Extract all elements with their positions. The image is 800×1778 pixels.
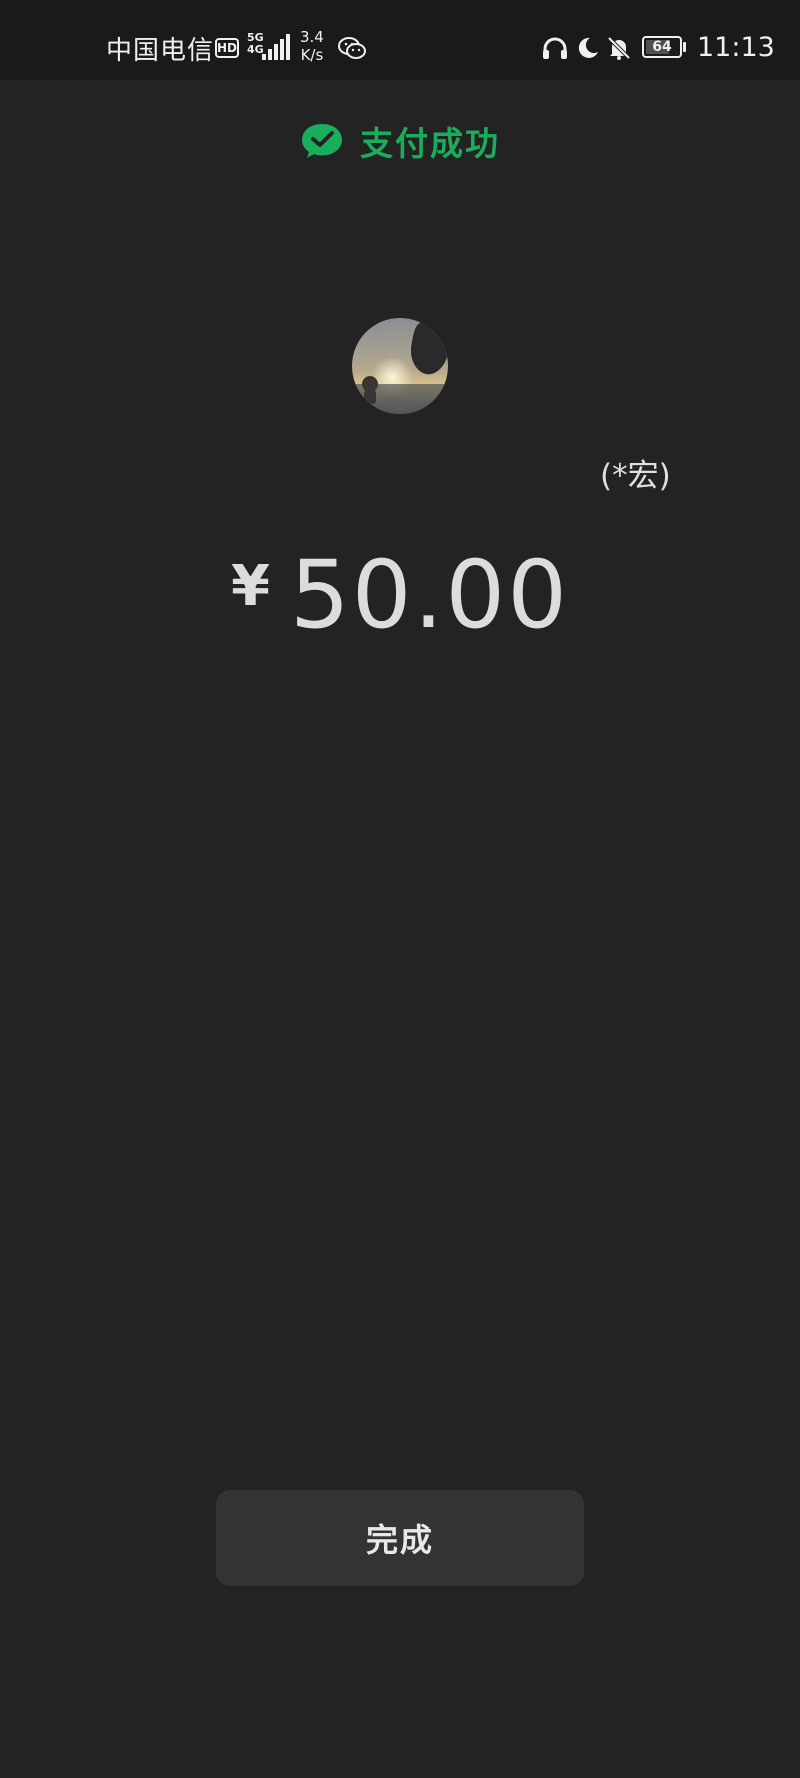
bell-muted-icon — [607, 36, 631, 60]
network-speed: 3.4 K/s — [300, 28, 324, 64]
do-not-disturb-moon-icon — [578, 37, 598, 58]
signal-strength-icon — [262, 34, 290, 60]
wechat-pay-check-icon — [302, 124, 342, 158]
done-button[interactable]: 完成 — [216, 1490, 584, 1586]
payee-avatar — [352, 318, 448, 414]
status-bar: 中国电信 HD 5G 4G 3.4 K/s 64 11:13 — [0, 0, 800, 80]
network-speed-value: 3.4 — [300, 28, 324, 46]
hd-badge: HD — [215, 38, 239, 58]
battery-icon: 64 — [642, 36, 682, 58]
payee-name: (*宏) — [600, 458, 671, 494]
battery-level: 64 — [652, 39, 672, 55]
payment-amount: ¥ 50.00 — [0, 546, 800, 656]
carrier-name: 中国电信 — [106, 36, 215, 66]
battery-tip — [683, 42, 686, 52]
network-speed-unit: K/s — [300, 46, 324, 64]
payment-success-header: 支付成功 — [0, 118, 800, 164]
payment-success-title: 支付成功 — [360, 124, 500, 163]
wechat-icon — [338, 37, 366, 59]
currency-symbol: ¥ — [230, 554, 270, 619]
amount-value: 50.00 — [289, 541, 570, 650]
headphones-icon — [543, 37, 567, 59]
avatar-photo — [352, 318, 448, 414]
clock: 11:13 — [697, 32, 775, 63]
